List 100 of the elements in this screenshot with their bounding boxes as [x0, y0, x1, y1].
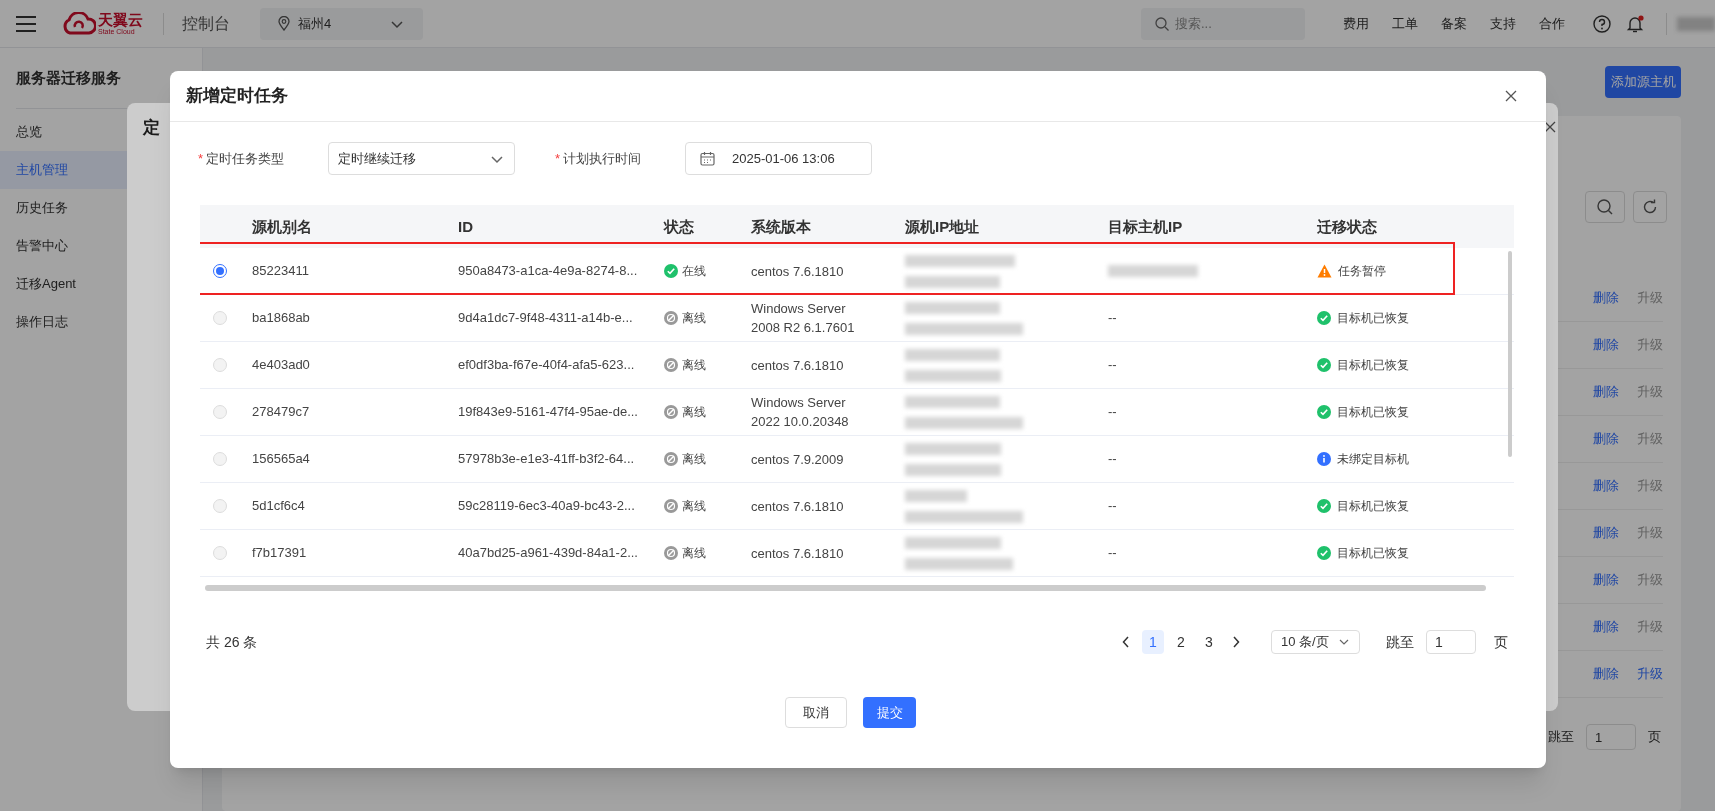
table-cell-text: 9d4a1dc7-9f48-4311-a14b-e...: [458, 309, 633, 328]
table-cell-text: centos 7.6.1810: [751, 544, 845, 563]
table-cell-text: f7b17391: [252, 544, 307, 563]
migration-status: 目标机已恢复: [1337, 404, 1409, 421]
page-button[interactable]: 3: [1198, 630, 1220, 654]
upgrade-link[interactable]: 升级: [1637, 429, 1663, 449]
table-cell-text: --: [1108, 450, 1117, 469]
table-cell-text: 85223411: [252, 262, 309, 281]
close-icon[interactable]: [1544, 121, 1556, 133]
close-icon[interactable]: [1505, 90, 1517, 102]
search-button[interactable]: [1585, 191, 1625, 223]
table-cell-text: --: [1108, 309, 1117, 328]
delete-link[interactable]: 删除: [1593, 335, 1619, 355]
column-header: 系统版本: [751, 217, 811, 235]
menu-icon[interactable]: [16, 15, 36, 32]
bell-icon[interactable]: [1626, 14, 1644, 33]
table-cell-text: 19f843e9-5161-47f4-95ae-de...: [458, 403, 638, 422]
jump-field[interactable]: 1: [1586, 724, 1636, 750]
status-label: 在线: [682, 263, 706, 280]
table-cell-text: centos 7.6.1810: [751, 497, 845, 516]
table-cell-text: 40a7bd25-a961-439d-84a1-2...: [458, 544, 638, 563]
upgrade-link[interactable]: 升级: [1637, 382, 1663, 402]
field-label: 计划执行时间: [563, 149, 642, 168]
upgrade-link[interactable]: 升级: [1637, 476, 1663, 496]
radio-button[interactable]: [213, 264, 227, 278]
table-cell-text: centos 7.9.2009: [751, 450, 845, 469]
cloud-logo-icon: [62, 11, 96, 36]
upgrade-link[interactable]: 升级: [1637, 335, 1663, 355]
delete-link[interactable]: 删除: [1593, 429, 1619, 449]
console-title: 控制台: [182, 13, 230, 34]
nav-link[interactable]: 支持: [1490, 13, 1516, 34]
upgrade-link[interactable]: 升级: [1637, 523, 1663, 543]
help-icon[interactable]: [1593, 14, 1611, 33]
nav-link[interactable]: 合作: [1539, 13, 1565, 34]
brand-name: 天翼云: [98, 12, 143, 27]
region-selector[interactable]: 福州4: [260, 7, 423, 40]
redacted-text: [905, 489, 967, 502]
submit-button[interactable]: 提交: [863, 697, 916, 728]
cancel-button[interactable]: 取消: [785, 697, 847, 728]
required-mark: *: [555, 149, 561, 168]
jump-field[interactable]: 1: [1426, 630, 1476, 654]
info-icon: [1317, 452, 1331, 466]
jump-label: 跳至: [1548, 728, 1574, 747]
upgrade-link[interactable]: 升级: [1637, 288, 1663, 308]
search-input[interactable]: 搜索...: [1175, 13, 1285, 34]
nav-link[interactable]: 费用: [1343, 13, 1369, 34]
check-circle-icon: [664, 264, 678, 278]
delete-link[interactable]: 删除: [1593, 288, 1619, 308]
add-host-button[interactable]: 添加源主机: [1605, 66, 1681, 98]
task-type-select[interactable]: 定时继续迁移: [328, 142, 515, 175]
table-cell-text: 156565a4: [252, 450, 310, 469]
field-label: 定时任务类型: [206, 149, 285, 168]
upgrade-link[interactable]: 升级: [1637, 570, 1663, 590]
delete-link[interactable]: 删除: [1593, 570, 1619, 590]
table-cell-text: 4e403ad0: [252, 356, 310, 375]
table-cell-text: Windows Server 2022 10.0.20348: [751, 394, 850, 431]
upgrade-link[interactable]: 升级: [1637, 664, 1663, 684]
delete-link[interactable]: 删除: [1593, 476, 1619, 496]
refresh-button[interactable]: [1633, 191, 1667, 223]
calendar-icon: [700, 151, 715, 166]
unlink-circle-icon: [664, 358, 678, 372]
page-button[interactable]: 2: [1170, 630, 1192, 654]
status-label: 离线: [682, 451, 706, 468]
table-cell-text: 278479c7: [252, 403, 310, 422]
status-label: 离线: [682, 310, 706, 327]
delete-link[interactable]: 删除: [1593, 664, 1619, 684]
unlink-circle-icon: [664, 452, 678, 466]
nav-link[interactable]: 工单: [1392, 13, 1418, 34]
table-cell-text: --: [1108, 403, 1117, 422]
search-field[interactable]: 搜索...: [1141, 7, 1305, 40]
redacted-user: [1677, 16, 1715, 31]
unlink-circle-icon: [664, 311, 678, 325]
sidebar-title: 服务器迁移服务: [16, 69, 121, 86]
total-count: 共 26 条: [206, 632, 258, 652]
column-header: 源机IP地址: [905, 217, 980, 235]
delete-link[interactable]: 删除: [1593, 617, 1619, 637]
nav-link[interactable]: 备案: [1441, 13, 1467, 34]
page-unit: 页: [1494, 632, 1508, 652]
table-cell-text: centos 7.6.1810: [751, 356, 845, 375]
status-label: 离线: [682, 404, 706, 421]
delete-link[interactable]: 删除: [1593, 523, 1619, 543]
table-cell-text: --: [1108, 544, 1117, 563]
location-pin-icon: [278, 16, 290, 31]
migration-status: 目标机已恢复: [1337, 498, 1409, 515]
table-cell-text: Windows Server 2008 R2 6.1.7601: [751, 300, 856, 337]
status-label: 离线: [682, 498, 706, 515]
page-button[interactable]: 1: [1142, 630, 1164, 654]
chevron-right-icon: [1232, 636, 1240, 648]
delete-link[interactable]: 删除: [1593, 382, 1619, 402]
dialog-title: 新增定时任务: [186, 85, 288, 108]
search-icon: [1597, 199, 1613, 215]
unlink-circle-icon: [664, 546, 678, 560]
table-cell-text: 5d1cf6c4: [252, 497, 305, 516]
date-time-field[interactable]: 2025-01-06 13:06: [685, 142, 872, 175]
migration-status: 目标机已恢复: [1337, 357, 1409, 374]
status-label: 离线: [682, 357, 706, 374]
table-cell-text: 59c28119-6ec3-40a9-bc43-2...: [458, 497, 635, 516]
table-cell-text: 950a8473-a1ca-4e9a-8274-8...: [458, 262, 638, 281]
upgrade-link[interactable]: 升级: [1637, 617, 1663, 637]
page-size-select[interactable]: 10 条/页: [1271, 630, 1360, 654]
